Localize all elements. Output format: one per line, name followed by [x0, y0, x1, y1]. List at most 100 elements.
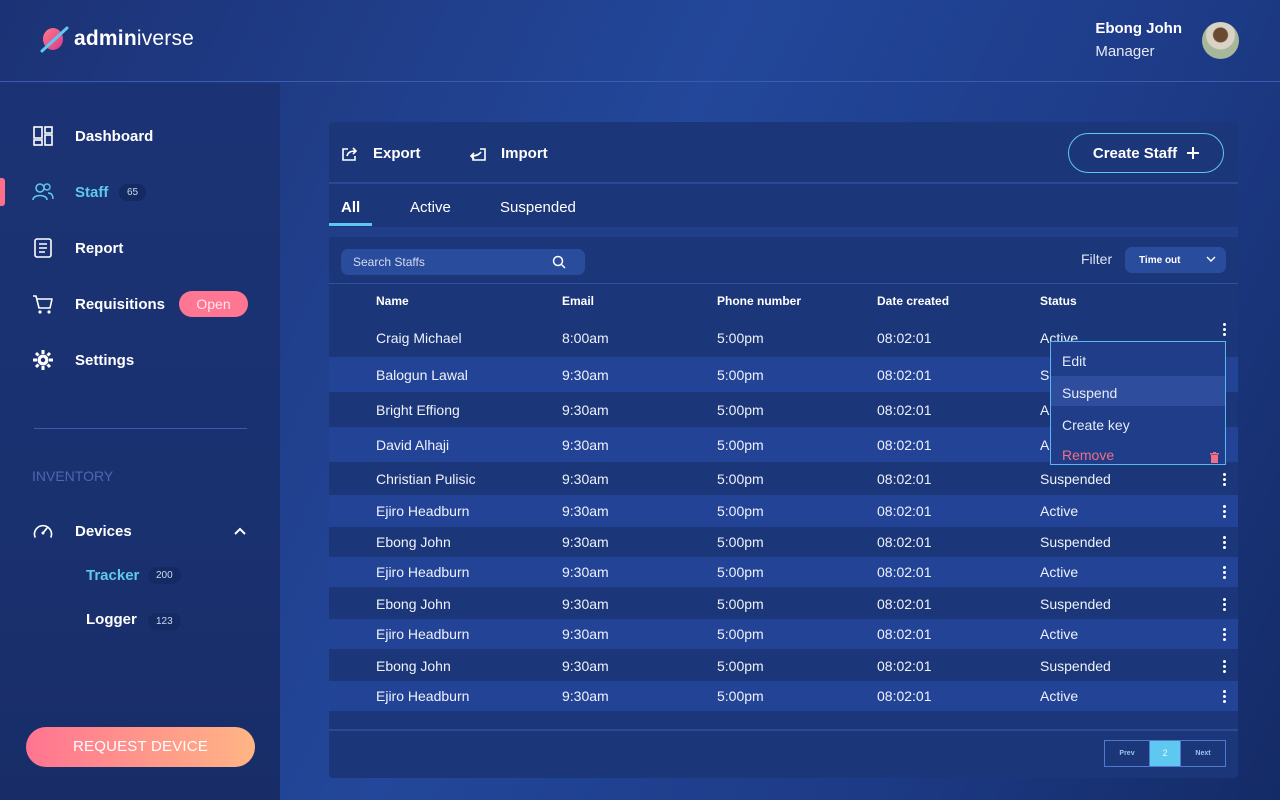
more-options-icon[interactable] — [1223, 628, 1226, 643]
cell-name: David Alhaji — [376, 437, 450, 453]
more-options-icon[interactable] — [1223, 660, 1226, 675]
current-page[interactable]: 2 — [1150, 741, 1180, 766]
table-row[interactable]: Ejiro Headburn 9:30am 5:00pm 08:02:01 Active — [329, 557, 1238, 587]
search-icon[interactable] — [552, 255, 566, 269]
export-button[interactable]: Export — [341, 145, 421, 162]
more-options-icon[interactable] — [1223, 536, 1226, 551]
more-options-icon[interactable] — [1223, 598, 1226, 613]
cell-email: 9:30am — [562, 402, 609, 418]
cell-status: Suspended — [1040, 658, 1111, 674]
brand-name-light: iverse — [136, 27, 195, 50]
cell-status: Suspended — [1040, 534, 1111, 550]
tab-suspended[interactable]: Suspended — [500, 199, 576, 216]
trash-icon — [1210, 452, 1219, 463]
table-row[interactable]: Ebong John 9:30am 5:00pm 08:02:01 Suspended — [329, 527, 1238, 557]
export-icon — [342, 146, 358, 161]
cell-phone: 5:00pm — [717, 534, 764, 550]
cell-email: 9:30am — [562, 367, 609, 383]
cell-name: Ebong John — [376, 534, 451, 550]
cell-date: 08:02:01 — [877, 437, 932, 453]
gear-icon — [33, 350, 53, 370]
table-row[interactable]: Ebong John 9:30am 5:00pm 08:02:01 Suspended — [329, 651, 1238, 681]
table-row[interactable]: Ejiro Headburn 9:30am 5:00pm 08:02:01 Active — [329, 495, 1238, 527]
filter-label: Filter — [1081, 251, 1113, 267]
avatar[interactable] — [1202, 22, 1239, 59]
cell-name: Ebong John — [376, 596, 451, 612]
cell-status: Active — [1040, 626, 1079, 642]
menu-item-remove[interactable]: Remove — [1051, 438, 1225, 468]
sidebar-item-settings[interactable]: Settings — [0, 346, 280, 374]
cell-email: 9:30am — [562, 437, 609, 453]
sidebar-item-dashboard[interactable]: Dashboard — [0, 122, 280, 150]
cell-date: 08:02:01 — [877, 534, 932, 550]
brand-logo[interactable]: adminiverse — [40, 24, 194, 54]
menu-item-suspend[interactable]: Suspend — [1051, 376, 1225, 406]
menu-item-edit[interactable]: Edit — [1051, 344, 1225, 374]
search-input[interactable] — [353, 254, 543, 270]
cell-email: 9:30am — [562, 534, 609, 550]
sidebar-item-devices[interactable]: Devices — [0, 517, 280, 545]
column-header-date[interactable]: Date created — [877, 294, 949, 308]
sidebar-item-report[interactable]: Report — [0, 234, 280, 262]
cell-status: Active — [1040, 503, 1079, 519]
cell-email: 9:30am — [562, 626, 609, 642]
cell-date: 08:02:01 — [877, 658, 932, 674]
inventory-section-label: INVENTORY — [32, 468, 114, 484]
import-button[interactable]: Import — [469, 145, 548, 162]
request-device-button[interactable]: REQUEST DEVICE — [26, 727, 255, 767]
create-staff-button[interactable]: Create Staff — [1068, 133, 1224, 173]
import-icon — [469, 147, 486, 161]
menu-item-remove-label: Remove — [1062, 447, 1115, 463]
tab-active[interactable]: Active — [410, 199, 451, 216]
column-header-phone[interactable]: Phone number — [717, 294, 801, 308]
search-box — [341, 249, 585, 275]
sidebar-subitem-logger[interactable]: Logger — [86, 611, 137, 628]
sidebar-item-requisitions[interactable]: Requisitions Open — [0, 290, 280, 318]
more-options-icon[interactable] — [1223, 323, 1226, 338]
more-options-icon[interactable] — [1223, 505, 1226, 520]
filter-select[interactable]: Time out — [1125, 247, 1226, 273]
cell-date: 08:02:01 — [877, 367, 932, 383]
more-options-icon[interactable] — [1223, 473, 1226, 488]
chevron-up-icon[interactable] — [233, 526, 247, 536]
more-options-icon[interactable] — [1223, 690, 1226, 705]
user-info[interactable]: Ebong John Manager — [1095, 20, 1182, 60]
sidebar-subitem-tracker[interactable]: Tracker — [86, 567, 139, 584]
pagination: Prev 2 Next — [1104, 740, 1226, 767]
more-options-icon[interactable] — [1223, 566, 1226, 581]
report-icon — [34, 238, 52, 258]
staff-count-badge: 65 — [119, 183, 147, 201]
sidebar-item-staff[interactable]: Staff 65 — [0, 178, 280, 206]
column-header-email[interactable]: Email — [562, 294, 594, 308]
tabs-separator — [329, 227, 1238, 237]
sidebar-item-label: Staff — [75, 183, 109, 201]
sidebar-subitem-label: Logger — [86, 611, 137, 628]
tab-all[interactable]: All — [341, 199, 360, 216]
brand-name-bold: admin — [74, 27, 137, 50]
tracker-count-badge: 200 — [148, 567, 181, 584]
plus-icon — [1187, 147, 1200, 159]
menu-item-create-key[interactable]: Create key — [1051, 408, 1225, 438]
sidebar-item-label: Dashboard — [75, 127, 154, 145]
next-page-button[interactable]: Next — [1180, 741, 1225, 766]
cell-date: 08:02:01 — [877, 330, 932, 346]
table-row[interactable]: Ebong John 9:30am 5:00pm 08:02:01 Suspended — [329, 589, 1238, 619]
row-context-menu: Edit Suspend Create key Remove — [1050, 341, 1226, 465]
create-staff-label: Create Staff — [1092, 144, 1178, 162]
sidebar-item-label: Settings — [75, 351, 135, 369]
column-header-status[interactable]: Status — [1040, 294, 1077, 308]
dashboard-icon — [33, 126, 53, 146]
table-footer-divider — [329, 729, 1238, 731]
prev-page-button[interactable]: Prev — [1105, 741, 1150, 766]
cell-date: 08:02:01 — [877, 688, 932, 704]
table-row[interactable]: Ejiro Headburn 9:30am 5:00pm 08:02:01 Active — [329, 681, 1238, 711]
cell-phone: 5:00pm — [717, 564, 764, 580]
logo-icon — [40, 26, 69, 53]
column-header-name[interactable]: Name — [376, 294, 409, 308]
sidebar-subitem-label: Tracker — [86, 567, 140, 584]
table-row[interactable]: Ejiro Headburn 9:30am 5:00pm 08:02:01 Active — [329, 619, 1238, 649]
cell-status: Active — [1040, 564, 1079, 580]
cell-status: Suspended — [1040, 596, 1111, 612]
sidebar-divider — [34, 428, 247, 429]
cell-name: Ejiro Headburn — [376, 626, 470, 642]
